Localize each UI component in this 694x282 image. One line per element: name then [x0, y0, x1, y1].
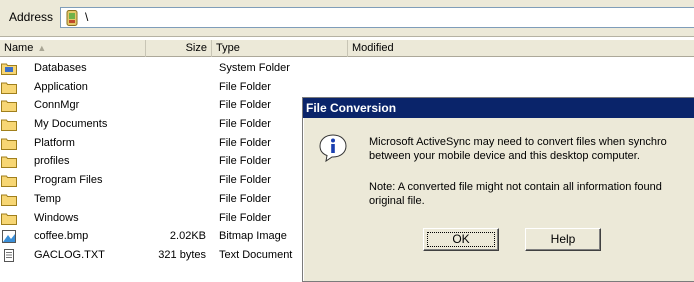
file-type: System Folder — [219, 62, 290, 74]
file-type: Bitmap Image — [219, 230, 287, 243]
file-name: ConnMgr — [34, 99, 80, 112]
special-folder-icon — [1, 63, 17, 75]
file-row[interactable]: Application File Folder — [0, 79, 694, 98]
file-type: File Folder — [219, 155, 271, 168]
folder-icon — [1, 119, 17, 132]
dialog-title[interactable]: File Conversion — [303, 98, 694, 118]
folder-icon — [1, 213, 17, 225]
address-bar: Address \ — [0, 0, 694, 37]
file-size: 2.02KB — [169, 230, 206, 243]
folder-icon — [1, 156, 17, 169]
file-name: profiles — [34, 155, 70, 168]
column-header-name-label: Name — [4, 42, 34, 54]
help-button[interactable]: Help — [525, 228, 601, 251]
ok-button[interactable]: OK — [423, 228, 499, 251]
address-path[interactable]: \ — [85, 10, 88, 24]
column-header-name[interactable]: Name ▲ — [0, 40, 146, 57]
file-type: File Folder — [219, 99, 271, 112]
folder-icon — [1, 175, 17, 188]
file-name: GACLOG.TXT — [34, 248, 105, 261]
file-size: 321 bytes — [158, 248, 206, 261]
bitmap-icon — [2, 230, 16, 244]
column-header-modified[interactable]: Modified — [348, 40, 468, 57]
file-name: Application — [34, 80, 88, 93]
file-name: Windows — [34, 211, 79, 224]
file-name: Databases — [34, 62, 87, 74]
file-name: coffee.bmp — [34, 230, 89, 243]
file-type: File Folder — [219, 192, 271, 205]
address-label: Address — [9, 10, 54, 24]
folder-icon — [1, 82, 17, 94]
device-icon — [66, 10, 78, 26]
file-name: Temp — [34, 192, 61, 205]
file-type: File Folder — [219, 174, 271, 187]
sort-ascending-icon: ▲ — [37, 43, 47, 53]
list-header: Name ▲ Size Type Modified — [0, 40, 694, 57]
text-file-icon — [4, 248, 14, 262]
address-field[interactable]: \ — [60, 7, 694, 28]
dialog-message: Microsoft ActiveSync may need to convert… — [369, 136, 667, 162]
file-name: My Documents — [34, 118, 108, 131]
file-type: File Folder — [219, 118, 271, 131]
file-type: File Folder — [219, 211, 271, 224]
folder-icon — [1, 138, 17, 150]
info-icon — [319, 134, 347, 163]
dialog-note: Note: A converted file might not contain… — [369, 181, 662, 207]
folder-icon — [1, 100, 17, 113]
file-conversion-dialog: File Conversion Microsoft ActiveSync may… — [302, 97, 694, 282]
file-row[interactable]: Databases System Folder — [0, 60, 694, 79]
file-type: Text Document — [219, 248, 293, 261]
folder-icon — [1, 194, 17, 206]
file-type: File Folder — [219, 136, 271, 149]
column-header-size[interactable]: Size — [146, 40, 212, 57]
file-type: File Folder — [219, 80, 271, 93]
file-name: Platform — [34, 136, 75, 149]
file-name: Program Files — [34, 174, 103, 187]
column-header-type[interactable]: Type — [212, 40, 348, 57]
